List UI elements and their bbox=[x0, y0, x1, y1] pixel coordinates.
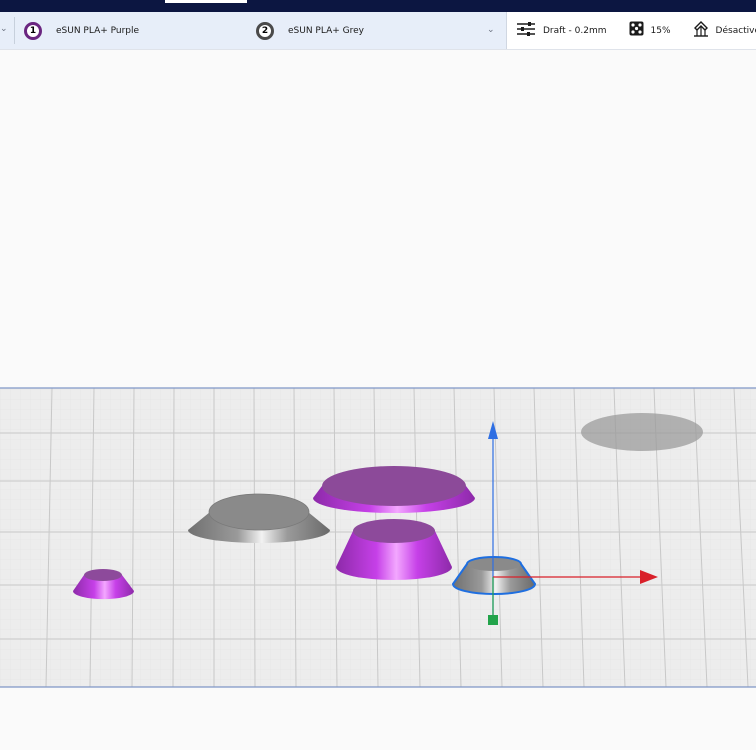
support-setting[interactable]: Désactivé bbox=[693, 20, 756, 41]
material-selector[interactable]: ⌄ 1 eSUN PLA+ Purple 2 eSUN PLA+ Grey ⌄ bbox=[0, 12, 507, 49]
print-settings-summary[interactable]: Draft - 0.2mm 15% Désactivé bbox=[516, 12, 756, 49]
profile-label: Draft - 0.2mm bbox=[543, 25, 607, 36]
scene[interactable] bbox=[0, 49, 756, 750]
extruder-1[interactable]: 1 eSUN PLA+ Purple bbox=[24, 20, 139, 42]
support-icon bbox=[693, 20, 709, 41]
extruder-2-badge: 2 bbox=[256, 22, 274, 40]
infill-label: 15% bbox=[650, 25, 671, 36]
extruder-1-badge: 1 bbox=[24, 22, 42, 40]
extruder-1-number: 1 bbox=[29, 26, 37, 36]
print-setup-toolbar: ⌄ 1 eSUN PLA+ Purple 2 eSUN PLA+ Grey ⌄ bbox=[0, 12, 756, 50]
3d-viewport[interactable] bbox=[0, 49, 756, 750]
extruder-1-material: eSUN PLA+ Purple bbox=[56, 26, 140, 36]
extruder-2-material: eSUN PLA+ Grey bbox=[288, 26, 364, 36]
object-shadow[interactable] bbox=[581, 413, 703, 451]
z-axis-square-icon[interactable] bbox=[488, 615, 498, 625]
infill-setting[interactable]: 15% bbox=[629, 21, 671, 40]
sliders-icon bbox=[516, 21, 536, 41]
infill-icon bbox=[629, 21, 644, 40]
material-dropdown-chevron-icon[interactable]: ⌄ bbox=[487, 25, 495, 35]
extruder-2-number: 2 bbox=[261, 26, 269, 36]
divider bbox=[14, 17, 15, 44]
extruder-2[interactable]: 2 eSUN PLA+ Grey bbox=[256, 20, 364, 42]
chevron-down-icon[interactable]: ⌄ bbox=[0, 24, 8, 34]
window-header bbox=[0, 0, 756, 12]
support-label: Désactivé bbox=[715, 25, 756, 36]
active-tab-indicator[interactable] bbox=[165, 0, 247, 3]
profile-setting[interactable]: Draft - 0.2mm bbox=[516, 21, 607, 41]
